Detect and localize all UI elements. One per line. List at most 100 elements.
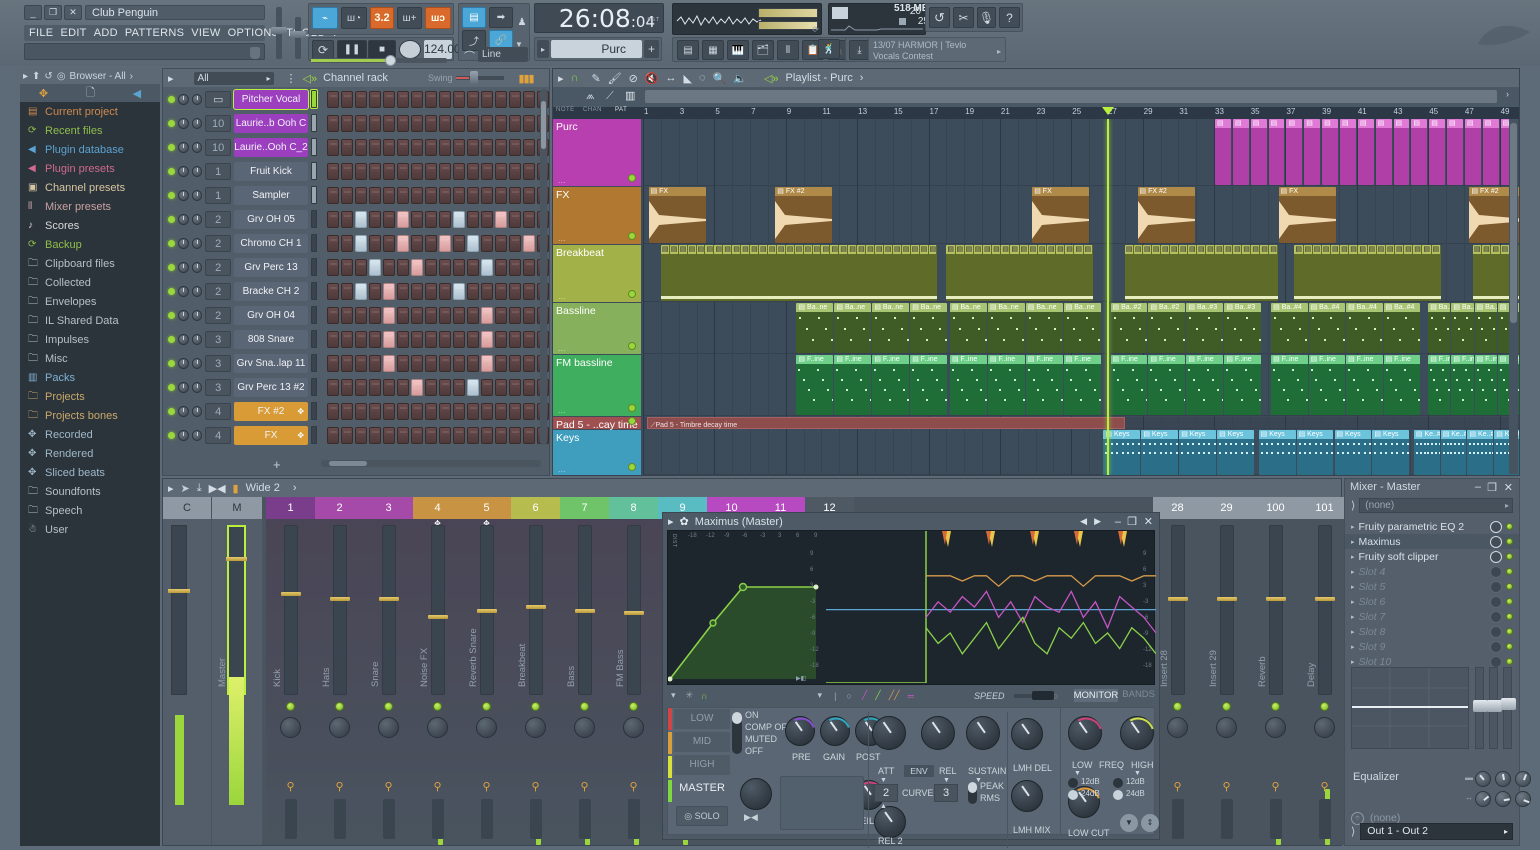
step-button[interactable] bbox=[341, 211, 353, 228]
step-button[interactable] bbox=[509, 91, 521, 108]
channel-row[interactable]: ▭Pitcher Vocal bbox=[163, 87, 549, 111]
browser-item-speech[interactable]: 🗀Speech bbox=[20, 501, 160, 520]
channel-mute-led[interactable] bbox=[168, 432, 175, 439]
slot-enable-led[interactable] bbox=[1506, 658, 1513, 665]
slot-expand-icon[interactable]: ▸ bbox=[1351, 643, 1355, 651]
insert-route-icon[interactable]: ⚲ bbox=[1272, 780, 1280, 793]
pl-playback-icon[interactable]: 🔈 bbox=[733, 72, 747, 85]
step-button[interactable] bbox=[369, 211, 381, 228]
step-button[interactable] bbox=[495, 355, 507, 372]
hint-volume-icon[interactable] bbox=[250, 47, 260, 59]
step-button[interactable] bbox=[523, 259, 535, 276]
output-select[interactable]: Out 1 - Out 2 ▸ bbox=[1360, 823, 1513, 840]
slot-mix-knob[interactable] bbox=[1490, 521, 1502, 533]
playlist-ruler[interactable]: NOTE CHAN PAT 13579111315171921232527293… bbox=[553, 107, 1519, 119]
channel-volume-knob[interactable] bbox=[192, 94, 203, 105]
channel-volume-knob[interactable] bbox=[192, 382, 203, 393]
maximus-prev-icon[interactable]: ◀ bbox=[1080, 516, 1087, 527]
insert-pan-knob[interactable] bbox=[1216, 717, 1237, 738]
browser-item-rendered[interactable]: ✥Rendered bbox=[20, 444, 160, 463]
insert-send-slider[interactable] bbox=[628, 799, 640, 839]
slot-expand-icon[interactable]: ▸ bbox=[1351, 658, 1355, 666]
step-edit-toggle[interactable]: ш+ bbox=[397, 7, 422, 29]
step-button[interactable] bbox=[439, 235, 451, 252]
step-button[interactable] bbox=[481, 139, 493, 156]
maximus-minimize-icon[interactable]: – bbox=[1115, 516, 1121, 528]
maximus-low-curve-icon[interactable]: ╱ bbox=[875, 690, 880, 701]
step-button[interactable] bbox=[397, 91, 409, 108]
piano-roll-icon[interactable]: 🎹 bbox=[727, 40, 749, 60]
playlist-clip[interactable]: ▤ bbox=[1376, 119, 1392, 185]
channel-row[interactable]: 2Grv OH 04 bbox=[163, 303, 549, 327]
channel-pan-knob[interactable] bbox=[178, 166, 189, 177]
pattern-song-toggle[interactable]: ⟳ bbox=[312, 40, 334, 59]
step-button[interactable] bbox=[495, 139, 507, 156]
step-button[interactable] bbox=[481, 427, 493, 444]
insert-enable-led[interactable] bbox=[384, 702, 393, 711]
playlist-clip[interactable]: ▤ Ke..#2 bbox=[1441, 430, 1467, 475]
insert-route-icon[interactable]: ⚲ bbox=[1223, 780, 1231, 793]
metronome-toggle[interactable]: ⌁ bbox=[312, 7, 338, 29]
playlist-clip[interactable]: ▤ bbox=[1483, 119, 1499, 185]
step-button[interactable] bbox=[495, 307, 507, 324]
step-button[interactable] bbox=[467, 307, 479, 324]
mixer-insert-strip[interactable]: 3Snare⚲ bbox=[364, 497, 413, 845]
insert-pan-knob[interactable] bbox=[329, 717, 350, 738]
playlist-clip[interactable]: ▤ Ba..#4 bbox=[1309, 303, 1345, 353]
playlist-clip[interactable]: ▤ bbox=[1465, 119, 1481, 185]
step-button[interactable] bbox=[397, 259, 409, 276]
maximus-next-icon[interactable]: ▶ bbox=[1094, 516, 1101, 527]
step-button[interactable] bbox=[397, 211, 409, 228]
step-button[interactable] bbox=[439, 379, 451, 396]
playlist-track-header[interactable]: Breakbeat... bbox=[553, 245, 641, 302]
step-button[interactable] bbox=[425, 403, 437, 420]
menu-patterns[interactable]: PATTERNS bbox=[125, 27, 184, 39]
channel-mixer-track[interactable]: 1 bbox=[205, 187, 230, 204]
step-button[interactable] bbox=[509, 427, 521, 444]
insert-send-slider[interactable] bbox=[1172, 799, 1184, 839]
mixer-master-strip[interactable]: MMaster bbox=[212, 497, 262, 845]
playlist-clip[interactable]: ▤ F..ine bbox=[1186, 355, 1223, 415]
step-button[interactable] bbox=[355, 379, 367, 396]
playlist-clip[interactable]: ▤ FX bbox=[1279, 187, 1336, 243]
step-button[interactable] bbox=[453, 115, 465, 132]
channel-volume-knob[interactable] bbox=[192, 310, 203, 321]
step-button[interactable] bbox=[397, 355, 409, 372]
mm-minimize-icon[interactable]: – bbox=[1475, 481, 1481, 493]
pl-scroll-right-icon[interactable]: › bbox=[1506, 89, 1509, 99]
slot-enable-led[interactable] bbox=[1506, 613, 1513, 620]
step-button[interactable] bbox=[411, 283, 423, 300]
slot-enable-led[interactable] bbox=[1506, 523, 1513, 530]
step-button[interactable] bbox=[467, 331, 479, 348]
playlist-clip[interactable]: ▤ Keys bbox=[1372, 430, 1409, 475]
step-button[interactable] bbox=[411, 427, 423, 444]
step-button[interactable] bbox=[411, 379, 423, 396]
eq-knob-5[interactable] bbox=[1495, 791, 1511, 807]
step-button[interactable] bbox=[383, 163, 395, 180]
pl-paint-icon[interactable]: 🖌 bbox=[608, 72, 622, 85]
step-button[interactable] bbox=[481, 163, 493, 180]
channel-mute-led[interactable] bbox=[168, 120, 175, 127]
cr-pattern-icon[interactable]: ▮▮▮ bbox=[518, 72, 533, 85]
snap-select[interactable]: Line bbox=[478, 47, 528, 62]
swing-slider[interactable] bbox=[456, 76, 504, 80]
pl-select-icon[interactable]: ◌ bbox=[699, 72, 706, 84]
mx-menu-icon[interactable]: › bbox=[293, 482, 297, 494]
maximus-monitor-tab[interactable]: MONITOR bbox=[1073, 688, 1120, 703]
mx-arrow-icon[interactable]: ➤ bbox=[181, 482, 190, 495]
step-button[interactable] bbox=[411, 163, 423, 180]
channel-volume-knob[interactable] bbox=[192, 142, 203, 153]
step-button[interactable] bbox=[453, 163, 465, 180]
effect-slot[interactable]: ▸Slot 9 bbox=[1345, 639, 1519, 654]
playlist-clip[interactable]: ▤▤▤▤▤▤▤▤▤▤▤▤▤▤▤▤ bbox=[946, 245, 1092, 301]
step-button[interactable] bbox=[509, 283, 521, 300]
maximus-link-icon[interactable]: ∩ bbox=[701, 691, 707, 701]
step-button[interactable] bbox=[411, 115, 423, 132]
step-button[interactable] bbox=[495, 403, 507, 420]
slot-mix-knob[interactable] bbox=[1490, 551, 1502, 563]
step-button[interactable] bbox=[383, 235, 395, 252]
step-button[interactable] bbox=[383, 427, 395, 444]
channel-mute-led[interactable] bbox=[168, 336, 175, 343]
step-button[interactable] bbox=[355, 427, 367, 444]
slot-enable-led[interactable] bbox=[1506, 553, 1513, 560]
